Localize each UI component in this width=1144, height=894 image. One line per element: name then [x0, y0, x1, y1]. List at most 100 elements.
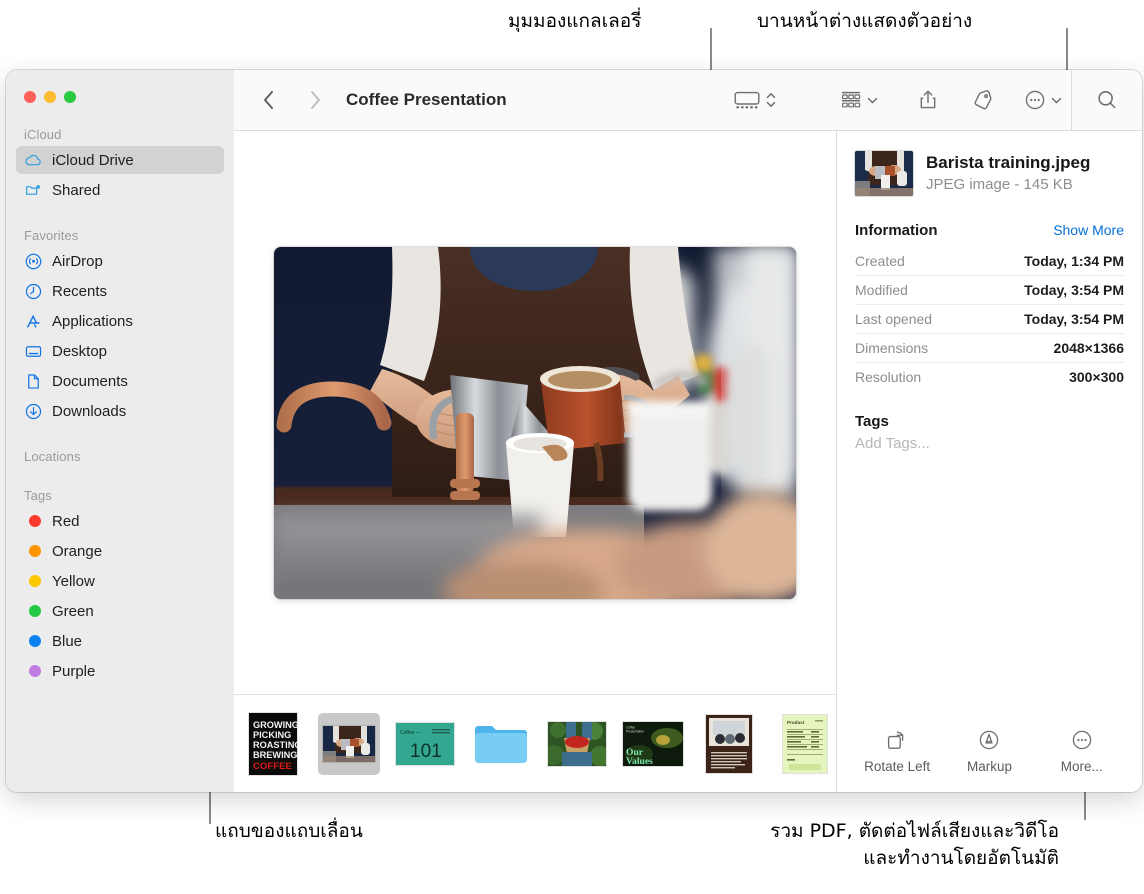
airdrop-icon — [24, 252, 43, 271]
view-stepper-button[interactable] — [761, 80, 781, 120]
chevron-down-icon — [867, 97, 878, 103]
chevron-down-icon — [1051, 97, 1062, 103]
sidebar-item-applications[interactable]: Applications — [16, 307, 224, 335]
folder-thumbnail — [475, 725, 527, 763]
sidebar-item-label: Purple — [52, 662, 96, 680]
sidebar-item-tag-orange[interactable]: Orange — [16, 537, 224, 565]
document-icon — [24, 372, 43, 391]
toolbar: Coffee Presentation — [234, 70, 1142, 131]
group-by-chevron-button[interactable] — [866, 80, 879, 120]
file-meta: JPEG image - 145 KB — [926, 175, 1073, 193]
svg-text:GROWING: GROWING — [253, 720, 297, 730]
info-value: Today, 3:54 PM — [1024, 282, 1124, 298]
filmstrip-item-folder[interactable] — [470, 713, 532, 775]
table-row: Created Today, 1:34 PM — [855, 246, 1124, 275]
group-by-control[interactable] — [839, 80, 879, 120]
gallery-view-icon — [734, 91, 760, 109]
sidebar-item-documents[interactable]: Documents — [16, 367, 224, 395]
annotation-more-actions: รวม PDF, ตัดต่อไฟล์เสียงและวิดีโอ และทำง… — [770, 820, 1059, 869]
group-by-button[interactable] — [839, 80, 863, 120]
sidebar-item-tag-red[interactable]: Red — [16, 507, 224, 535]
sidebar-item-desktop[interactable]: Desktop — [16, 337, 224, 365]
info-key: Resolution — [855, 369, 922, 385]
close-button[interactable] — [24, 91, 36, 103]
filmstrip-item-our-values-slide[interactable]: Coffee Presentation Our Values — [622, 713, 684, 775]
sidebar-item-label: iCloud Drive — [52, 151, 134, 169]
sidebar-item-icloud-drive[interactable]: iCloud Drive — [16, 146, 224, 174]
info-key: Modified — [855, 282, 908, 298]
sidebar-item-tag-blue[interactable]: Blue — [16, 627, 224, 655]
more-options-button[interactable]: More... — [1039, 728, 1125, 774]
forward-button[interactable] — [298, 83, 332, 117]
share-icon — [920, 90, 936, 109]
filmstrip-item-barista-photo[interactable] — [318, 712, 380, 775]
meeting-document-thumbnail — [706, 714, 752, 773]
tag-button[interactable] — [969, 80, 995, 120]
rotate-left-button[interactable]: Rotate Left — [854, 728, 940, 774]
coffee-poster-thumbnail: GROWING PICKING ROASTING BREWING COFFEE — [249, 712, 297, 775]
information-heading: Information — [855, 222, 938, 239]
zoom-button[interactable] — [64, 91, 76, 103]
sidebar-item-recents[interactable]: Recents — [16, 277, 224, 305]
svg-text:ROASTING: ROASTING — [253, 740, 297, 750]
show-more-link[interactable]: Show More — [1053, 222, 1124, 238]
sidebar-item-airdrop[interactable]: AirDrop — [16, 247, 224, 275]
more-circle-icon — [1070, 728, 1094, 752]
svg-text:101: 101 — [410, 741, 442, 762]
sidebar-item-label: Applications — [52, 312, 133, 330]
preview-image[interactable] — [274, 246, 796, 599]
desktop-icon — [24, 342, 43, 361]
sidebar-item-tag-yellow[interactable]: Yellow — [16, 567, 224, 595]
more-actions-control[interactable] — [1023, 80, 1063, 120]
traffic-lights — [6, 70, 234, 103]
chevron-right-icon — [311, 91, 320, 109]
file-thumbnail — [855, 151, 913, 196]
filmstrip-item-coffee-poster[interactable]: GROWING PICKING ROASTING BREWING COFFEE — [242, 712, 304, 775]
action-label: Rotate Left — [864, 759, 931, 774]
share-button[interactable] — [917, 80, 939, 120]
filmstrip-item-meeting-document[interactable] — [698, 713, 760, 775]
filmstrip[interactable]: GROWING PICKING ROASTING BREWING COFFEE — [234, 694, 836, 792]
annotation-scroll-strip: แถบของแถบเลื่อน — [215, 820, 363, 842]
add-tags-input[interactable]: Add Tags... — [855, 435, 1124, 452]
inspector-actions: Rotate Left Markup More... — [837, 728, 1142, 774]
gallery-view-button[interactable] — [733, 80, 761, 120]
stage-row: GROWING PICKING ROASTING BREWING COFFEE — [234, 131, 1142, 792]
more-chevron-button[interactable] — [1050, 80, 1063, 120]
markup-pen-icon — [977, 728, 1001, 752]
table-row: Dimensions 2048×1366 — [855, 333, 1124, 362]
sidebar-item-shared[interactable]: Shared — [16, 176, 224, 204]
info-value: Today, 1:34 PM — [1024, 252, 1124, 269]
tag-dot-icon — [24, 572, 43, 591]
filmstrip-item-receipt-document[interactable]: Product — [774, 713, 836, 775]
sidebar-item-label: Downloads — [52, 402, 127, 420]
callout-line-gallery-view — [710, 28, 712, 76]
svg-text:COFFEE: COFFEE — [253, 761, 293, 772]
back-button[interactable] — [252, 83, 286, 117]
barista-photo-thumbnail — [323, 725, 375, 762]
gallery-stage: GROWING PICKING ROASTING BREWING COFFEE — [234, 131, 836, 792]
tag-icon — [974, 90, 992, 110]
action-label: More... — [1060, 759, 1103, 774]
table-row: Last opened Today, 3:54 PM — [855, 304, 1124, 333]
minimize-button[interactable] — [44, 91, 56, 103]
sidebar-item-tag-green[interactable]: Green — [16, 597, 224, 625]
recents-clock-icon — [24, 282, 43, 301]
search-button[interactable] — [1072, 80, 1142, 120]
sidebar-item-tag-purple[interactable]: Purple — [16, 657, 224, 685]
svg-text:Values: Values — [626, 756, 653, 766]
window-body: iCloud iCloud Drive Shared Favorites Air… — [6, 70, 1142, 792]
info-key: Dimensions — [855, 340, 929, 356]
sidebar-item-label: Red — [52, 512, 80, 530]
markup-button[interactable]: Markup — [946, 728, 1032, 774]
filmstrip-item-coffee-101-slide[interactable]: Coffee — 101 — [394, 713, 456, 775]
sidebar-item-downloads[interactable]: Downloads — [16, 397, 224, 425]
sidebar-section-tags: Tags — [24, 488, 52, 503]
sidebar-item-label: Shared — [52, 181, 101, 199]
filmstrip-item-berries-photo[interactable] — [546, 713, 608, 775]
view-switcher[interactable] — [733, 80, 781, 120]
tag-dot-icon — [24, 542, 43, 561]
more-button[interactable] — [1023, 80, 1047, 120]
svg-text:Product: Product — [787, 720, 805, 725]
info-key: Created — [855, 252, 905, 269]
